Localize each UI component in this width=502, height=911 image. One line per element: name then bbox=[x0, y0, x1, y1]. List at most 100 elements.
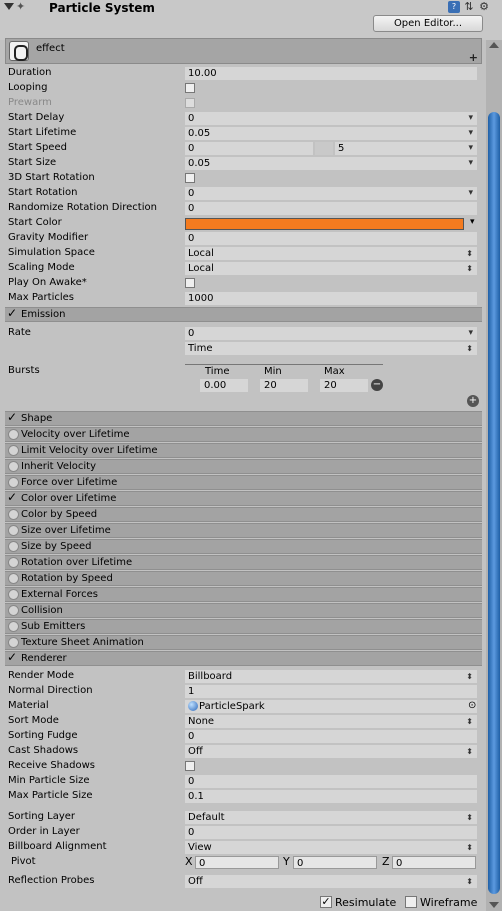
bursts-label: Bursts bbox=[8, 365, 40, 376]
burst-min-field[interactable]: 20 bbox=[260, 379, 308, 392]
module-toggle-circle[interactable] bbox=[8, 541, 19, 552]
gravity-modifier-field[interactable]: 0 bbox=[185, 232, 477, 245]
property-label: Play On Awake* bbox=[8, 277, 87, 288]
wireframe-checkbox[interactable] bbox=[405, 896, 417, 908]
module-rotation-by-speed[interactable]: Rotation by Speed bbox=[5, 571, 482, 586]
module-size-by-speed[interactable]: Size by Speed bbox=[5, 539, 482, 554]
add-burst-icon[interactable]: + bbox=[467, 395, 479, 407]
module-toggle-circle[interactable] bbox=[8, 605, 19, 616]
module-limit-velocity-over-lifetime[interactable]: Limit Velocity over Lifetime bbox=[5, 443, 482, 458]
add-icon[interactable]: + bbox=[469, 51, 478, 64]
module-force-over-lifetime[interactable]: Force over Lifetime bbox=[5, 475, 482, 490]
3d-start-rotation-checkbox[interactable] bbox=[185, 173, 195, 183]
start-delay-field[interactable]: 0 bbox=[185, 112, 477, 125]
module-color-by-speed[interactable]: Color by Speed bbox=[5, 507, 482, 522]
module-enabled-checkmark-icon[interactable]: ✓ bbox=[7, 650, 17, 664]
pivot-z-label: Z bbox=[382, 855, 390, 868]
bursts-column-min: Min bbox=[264, 366, 282, 377]
module-toggle-circle[interactable] bbox=[8, 525, 19, 536]
gear-icon[interactable]: ⚙ bbox=[478, 1, 490, 13]
max-particles-field[interactable]: 1000 bbox=[185, 292, 477, 305]
rate-field[interactable]: 0 bbox=[185, 327, 477, 340]
resimulate-checkbox[interactable]: ✓ bbox=[320, 896, 332, 908]
module-toggle-circle[interactable] bbox=[8, 509, 19, 520]
billboard-alignment-field[interactable]: View bbox=[185, 841, 477, 854]
module-renderer[interactable]: ✓ Renderer bbox=[5, 650, 482, 666]
render-mode-field[interactable]: Billboard bbox=[185, 670, 477, 683]
component-header: ✦ Particle System ? ⇅ ⚙ Open Editor... bbox=[0, 0, 502, 40]
module-toggle-circle[interactable] bbox=[8, 621, 19, 632]
book-icon[interactable]: ? bbox=[448, 1, 460, 13]
sort-mode-field[interactable]: None bbox=[185, 715, 477, 728]
property-row-start-size: Start Size 0.05 bbox=[5, 156, 482, 171]
module-rotation-over-lifetime[interactable]: Rotation over Lifetime bbox=[5, 555, 482, 570]
scaling-mode-field[interactable]: Local bbox=[185, 262, 477, 275]
object-picker-icon[interactable]: ⊙ bbox=[468, 700, 476, 711]
property-label: Billboard Alignment bbox=[8, 841, 107, 852]
start-size-field[interactable]: 0.05 bbox=[185, 157, 477, 170]
normal-direction-field[interactable]: 1 bbox=[185, 685, 477, 698]
module-texture-sheet-animation[interactable]: Texture Sheet Animation bbox=[5, 635, 482, 650]
duration-field[interactable]: 10.00 bbox=[185, 67, 477, 80]
simulation-space-field[interactable]: Local bbox=[185, 247, 477, 260]
module-size-over-lifetime[interactable]: Size over Lifetime bbox=[5, 523, 482, 538]
module-toggle-circle[interactable] bbox=[8, 445, 19, 456]
module-velocity-over-lifetime[interactable]: Velocity over Lifetime bbox=[5, 427, 482, 442]
foldout-arrow-icon[interactable] bbox=[4, 3, 14, 10]
module-toggle-circle[interactable] bbox=[8, 429, 19, 440]
pivot-x-field[interactable]: 0 bbox=[195, 856, 279, 869]
effect-module-header[interactable]: effect + bbox=[5, 38, 482, 64]
start-rotation-field[interactable]: 0 bbox=[185, 187, 477, 200]
property-row-simulation-space: Simulation Space Local bbox=[5, 246, 482, 261]
module-label: Limit Velocity over Lifetime bbox=[21, 445, 158, 456]
preset-icon[interactable]: ⇅ bbox=[463, 1, 475, 13]
pivot-y-field[interactable]: 0 bbox=[293, 856, 377, 869]
module-toggle-circle[interactable] bbox=[8, 573, 19, 584]
module-enabled-checkmark-icon[interactable]: ✓ bbox=[7, 306, 17, 320]
start-lifetime-field[interactable]: 0.05 bbox=[185, 127, 477, 140]
module-sub-emitters[interactable]: Sub Emitters bbox=[5, 619, 482, 634]
module-toggle-circle[interactable] bbox=[8, 557, 19, 568]
start-speed-max-field[interactable]: 5 bbox=[335, 142, 477, 155]
order-in-layer-field[interactable]: 0 bbox=[185, 826, 477, 839]
looping-checkbox[interactable] bbox=[185, 83, 195, 93]
receive-shadows-checkbox[interactable] bbox=[185, 761, 195, 771]
module-toggle-circle[interactable] bbox=[8, 461, 19, 472]
randomize-rotation-direction-field[interactable]: 0 bbox=[185, 202, 477, 215]
module-enabled-checkmark-icon[interactable]: ✓ bbox=[7, 490, 17, 504]
bursts-column-max: Max bbox=[324, 366, 345, 377]
module-toggle-circle[interactable] bbox=[8, 589, 19, 600]
module-toggle-circle[interactable] bbox=[8, 477, 19, 488]
scroll-up-icon[interactable] bbox=[489, 42, 499, 48]
burst-max-field[interactable]: 20 bbox=[320, 379, 368, 392]
remove-burst-icon[interactable]: − bbox=[371, 379, 383, 391]
burst-time-field[interactable]: 0.00 bbox=[200, 379, 248, 392]
module-shape[interactable]: ✓ Shape bbox=[5, 410, 482, 426]
material-sphere-icon bbox=[188, 701, 198, 711]
scroll-thumb[interactable] bbox=[488, 112, 500, 894]
property-row-sorting-fudge: Sorting Fudge 0 bbox=[5, 729, 482, 744]
module-inherit-velocity[interactable]: Inherit Velocity bbox=[5, 459, 482, 474]
reflection-probes-field[interactable]: Off bbox=[185, 875, 477, 888]
module-collision[interactable]: Collision bbox=[5, 603, 482, 618]
min-particle-size-field[interactable]: 0 bbox=[185, 775, 477, 788]
max-particle-size-field[interactable]: 0.1 bbox=[185, 790, 477, 803]
vertical-scrollbar[interactable] bbox=[486, 40, 502, 911]
sorting-layer-field[interactable]: Default bbox=[185, 811, 477, 824]
module-toggle-circle[interactable] bbox=[8, 637, 19, 648]
sorting-fudge-field[interactable]: 0 bbox=[185, 730, 477, 743]
module-color-over-lifetime[interactable]: ✓ Color over Lifetime bbox=[5, 490, 482, 506]
scroll-down-icon[interactable] bbox=[489, 902, 499, 908]
play-on-awake-checkbox[interactable] bbox=[185, 278, 195, 288]
open-editor-button[interactable]: Open Editor... bbox=[373, 15, 483, 32]
cast-shadows-field[interactable]: Off bbox=[185, 745, 477, 758]
color-dropdown-icon[interactable]: ▾ bbox=[470, 217, 475, 227]
material-field[interactable]: ParticleSpark bbox=[185, 700, 477, 713]
module-enabled-checkmark-icon[interactable]: ✓ bbox=[7, 410, 17, 424]
start-speed-min-field[interactable]: 0 bbox=[185, 142, 313, 155]
module-external-forces[interactable]: External Forces bbox=[5, 587, 482, 602]
pivot-z-field[interactable]: 0 bbox=[392, 856, 476, 869]
start-color-swatch[interactable] bbox=[185, 218, 464, 230]
rate-mode-dropdown[interactable]: Time bbox=[185, 342, 477, 355]
module-emission[interactable]: ✓ Emission bbox=[5, 306, 482, 322]
